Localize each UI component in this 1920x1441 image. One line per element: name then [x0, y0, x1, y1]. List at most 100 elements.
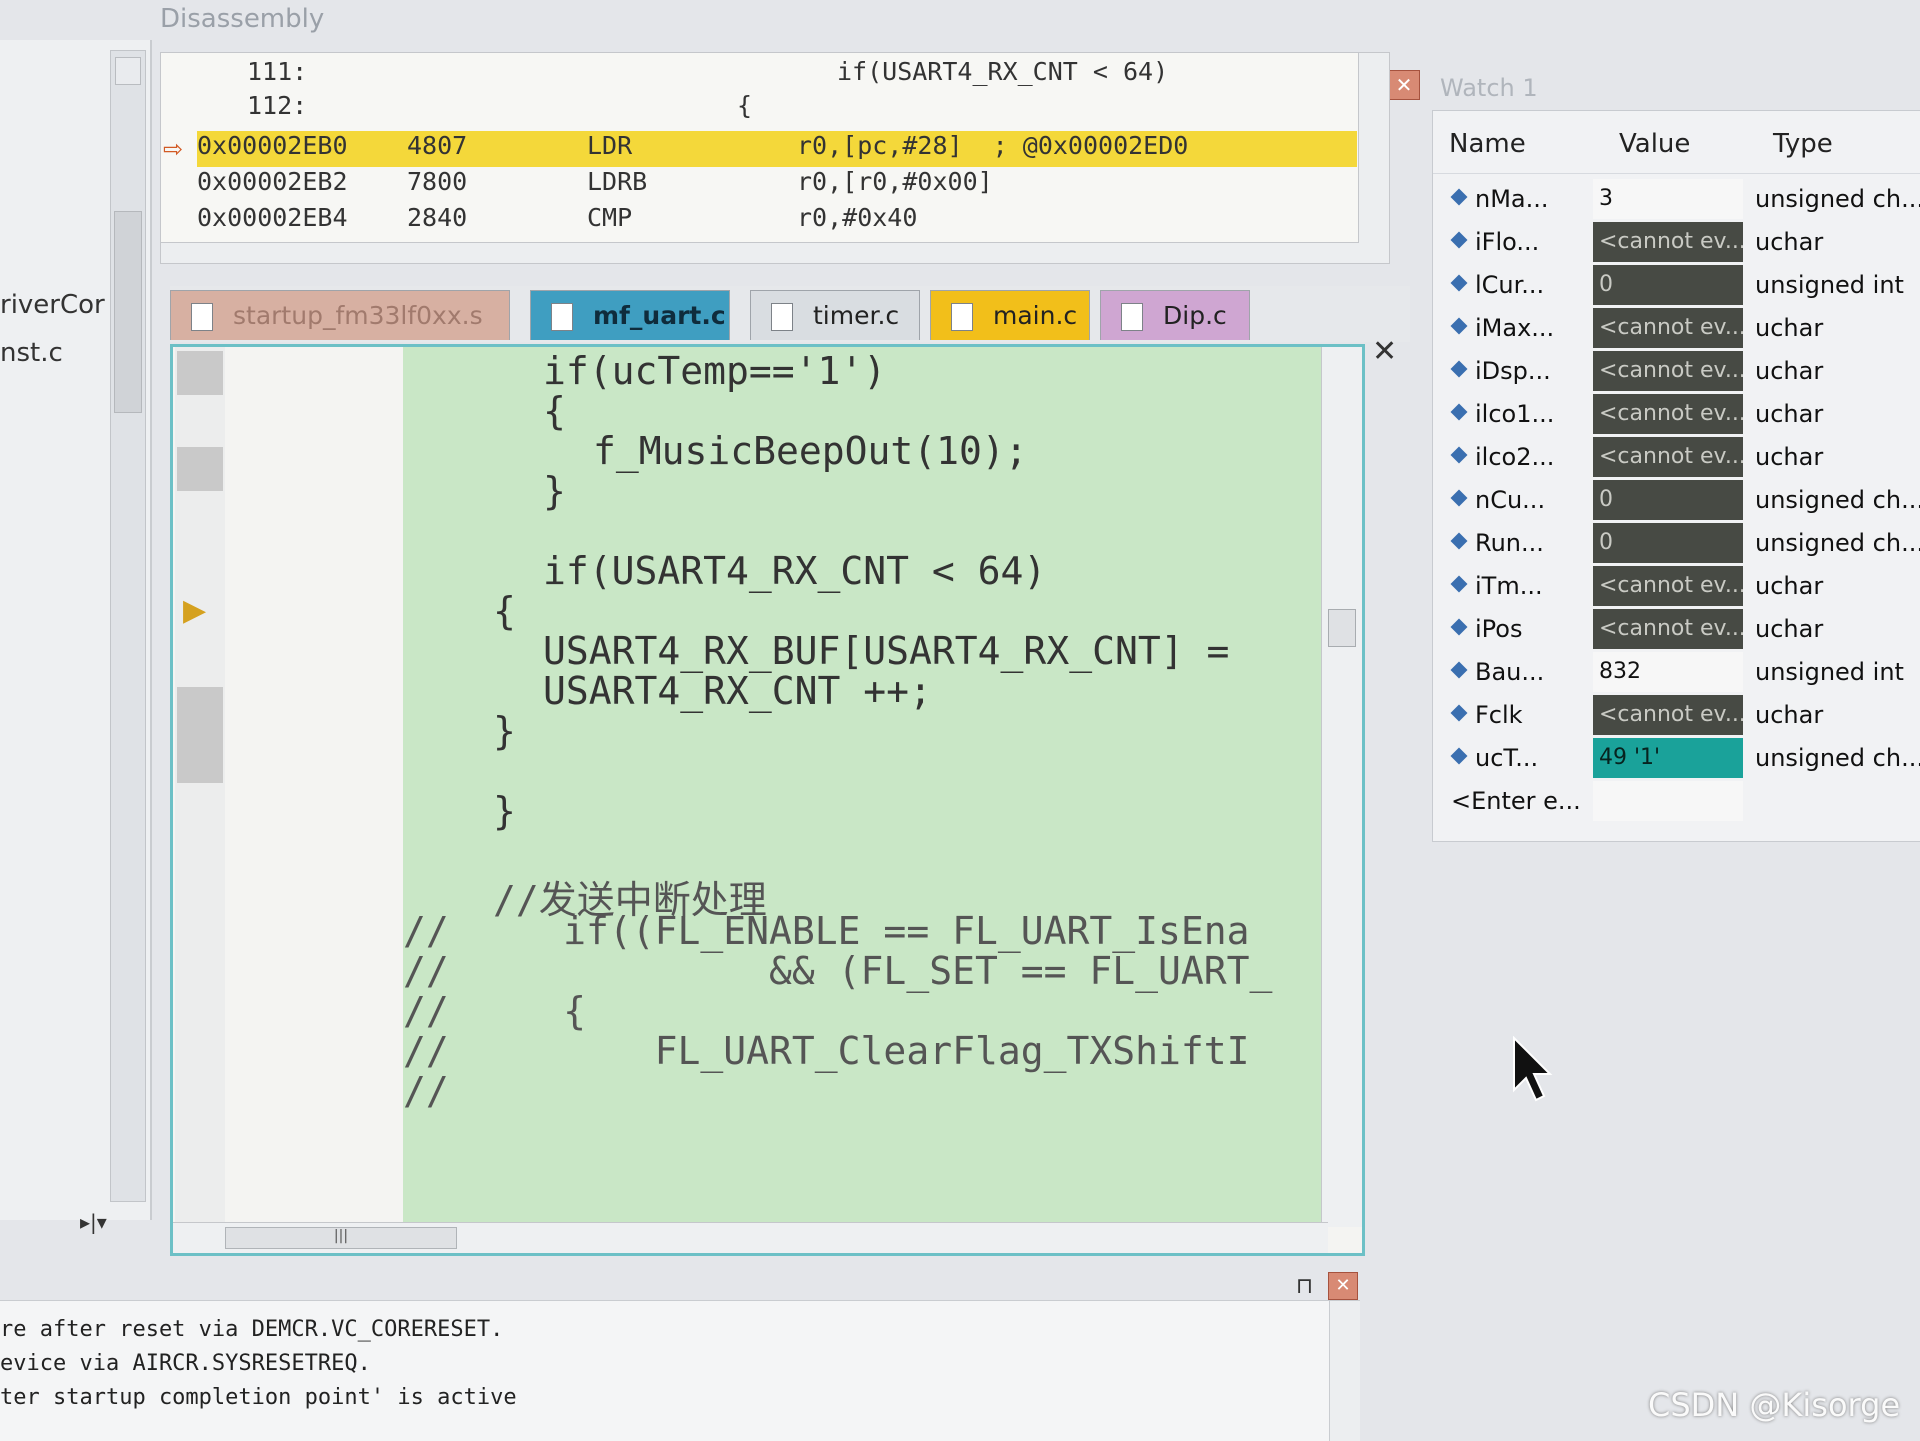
breakpoint-marker[interactable] — [177, 351, 223, 395]
watch-row[interactable]: ilco1... <cannot ev... uchar — [1433, 394, 1920, 436]
watch-row[interactable]: iPos <cannot ev... uchar — [1433, 609, 1920, 651]
project-file-item[interactable]: riverCor — [0, 290, 105, 320]
variable-icon — [1450, 704, 1468, 722]
code-line-current: if(USART4_RX_CNT < 64) — [543, 549, 1047, 593]
watch-panel: Name Value Type nMa... 3 unsigned ch... iF… — [1432, 110, 1920, 842]
variable-icon — [1450, 446, 1468, 464]
watch-title: Watch 1 — [1440, 74, 1538, 102]
disasm-source-line: 112: { — [247, 91, 753, 120]
scroll-up-icon[interactable] — [115, 57, 141, 85]
output-line: ter startup completion point' is active — [0, 1385, 517, 1410]
variable-icon — [1450, 532, 1468, 550]
watch-row[interactable]: nMa... 3 unsigned ch... — [1433, 179, 1920, 221]
scroll-thumb[interactable] — [114, 211, 142, 413]
variable-icon — [1450, 575, 1468, 593]
current-line-arrow-icon: ▶ — [183, 593, 207, 628]
disasm-row[interactable]: 0x00002EB2 7800 LDRB r0,[r0,#0x00] — [197, 167, 1357, 203]
code-comment-line: // { — [403, 989, 587, 1033]
tab-startup[interactable]: startup_fm33lf0xx.s — [170, 290, 510, 340]
tab-timer[interactable]: timer.c — [750, 290, 920, 340]
disassembly-title: Disassembly — [160, 4, 325, 34]
tab-mf-uart[interactable]: mf_uart.c — [530, 290, 730, 340]
editor-tabbar: startup_fm33lf0xx.s mf_uart.c timer.c ma… — [170, 286, 1410, 342]
variable-icon — [1450, 747, 1468, 765]
disasm-source-line: 111: if(USART4_RX_CNT < 64) — [247, 57, 1169, 86]
breakpoint-marker[interactable] — [177, 687, 223, 783]
file-icon — [1121, 303, 1143, 331]
watch-row[interactable]: lCur... 0 unsigned int — [1433, 265, 1920, 307]
code-comment-line: // FL_UART_ClearFlag_TXShiftI — [403, 1029, 1250, 1073]
variable-icon — [1450, 360, 1468, 378]
tab-main[interactable]: main.c — [930, 290, 1090, 340]
file-icon — [191, 303, 213, 331]
watch-row[interactable]: Fclk <cannot ev... uchar — [1433, 695, 1920, 737]
editor-hscrollbar[interactable]: ||| — [173, 1222, 1328, 1253]
breakpoint-marker[interactable] — [177, 447, 223, 491]
watch-col-value[interactable]: Value — [1619, 129, 1690, 159]
watch-header-divider — [1433, 173, 1920, 174]
watch-row[interactable]: Run... 0 unsigned ch... — [1433, 523, 1920, 565]
disassembly-hscrollbar[interactable] — [161, 242, 1359, 263]
code-line: f_MusicBeepOut(10); — [593, 429, 1028, 473]
output-line: evice via AIRCR.SYSRESETREQ. — [0, 1351, 371, 1376]
code-line: if(ucTemp=='1') — [543, 349, 887, 393]
disasm-row-current[interactable]: 0x00002EB0 4807 LDR r0,[pc,#28] ; @0x000… — [197, 131, 1357, 167]
project-pane-scrollbar[interactable] — [110, 50, 146, 1202]
variable-icon — [1450, 188, 1468, 206]
tab-dip[interactable]: Dip.c — [1100, 290, 1250, 340]
code-line: } — [493, 709, 516, 753]
variable-icon — [1450, 618, 1468, 636]
variable-icon — [1450, 231, 1468, 249]
watch-row[interactable]: ucT... 49 '1' unsigned ch... — [1433, 738, 1920, 780]
code-comment-line: // && (FL_SET == FL_UART_ — [403, 949, 1273, 993]
project-file-item[interactable]: nst.c — [0, 338, 63, 368]
file-icon — [551, 303, 573, 331]
code-comment-line: // if((FL_ENABLE == FL_UART_IsEna — [403, 909, 1250, 953]
code-line: } — [493, 789, 516, 833]
watermark: CSDN @Kisorge — [1648, 1386, 1901, 1424]
file-icon — [771, 303, 793, 331]
watch-row[interactable]: nCu... 0 unsigned ch... — [1433, 480, 1920, 522]
watch-enter-value-cell[interactable] — [1593, 781, 1743, 821]
watch-row[interactable]: Bau... 832 unsigned int — [1433, 652, 1920, 694]
mouse-cursor-icon — [1513, 1036, 1553, 1102]
file-icon — [951, 303, 973, 331]
disassembly-vscrollbar[interactable] — [1358, 53, 1389, 263]
watch-col-name[interactable]: Name — [1449, 129, 1526, 159]
output-vscrollbar[interactable] — [1329, 1301, 1360, 1441]
output-close-icon[interactable]: ✕ — [1328, 1272, 1358, 1300]
breakpoint-gutter[interactable]: ▶ — [175, 347, 225, 1227]
watch-row[interactable]: iDsp... <cannot ev... uchar — [1433, 351, 1920, 393]
variable-icon — [1450, 661, 1468, 679]
watch-col-type[interactable]: Type — [1773, 129, 1833, 159]
watch-row[interactable]: iMax... <cannot ev... uchar — [1433, 308, 1920, 350]
code-line: } — [543, 469, 566, 513]
output-window: re after reset via DEMCR.VC_CORERESET. e… — [0, 1300, 1360, 1441]
variable-icon — [1450, 403, 1468, 421]
code-text-area[interactable]: if(ucTemp=='1') { f_MusicBeepOut(10); } … — [403, 347, 1321, 1227]
pin-icon[interactable]: ⊓ — [1296, 1274, 1313, 1299]
code-line: USART4_RX_CNT ++; — [543, 669, 932, 713]
code-line: USART4_RX_BUF[USART4_RX_CNT] = — [543, 629, 1230, 673]
code-line: { — [493, 589, 516, 633]
scroll-arrows-icon[interactable]: ▸|▾ — [80, 1210, 107, 1234]
scroll-thumb[interactable] — [1328, 609, 1356, 647]
exec-pointer-icon: ⇨ — [163, 135, 184, 163]
output-line: re after reset via DEMCR.VC_CORERESET. — [0, 1317, 504, 1342]
code-line: { — [543, 389, 566, 433]
disassembly-close-icon[interactable]: ✕ — [1388, 70, 1420, 100]
code-editor[interactable]: ▶ 106 107 108 109 110 111 112 113 114 11… — [170, 344, 1365, 1256]
watch-enter-expression-row[interactable]: <Enter e... — [1433, 781, 1920, 823]
watch-row[interactable]: ilco2... <cannot ev... uchar — [1433, 437, 1920, 479]
disasm-row[interactable]: 0x00002EB4 2840 CMP r0,#0x40 — [197, 203, 1357, 239]
scroll-thumb[interactable]: ||| — [225, 1227, 457, 1249]
watch-row[interactable]: iFlo... <cannot ev... uchar — [1433, 222, 1920, 264]
variable-icon — [1450, 317, 1468, 335]
variable-icon — [1450, 274, 1468, 292]
editor-close-icon[interactable]: ✕ — [1372, 334, 1397, 369]
code-comment-line: // — [403, 1069, 449, 1113]
watch-row[interactable]: iTm... <cannot ev... uchar — [1433, 566, 1920, 608]
disassembly-panel: 111: if(USART4_RX_CNT < 64) 112: { ⇨ 0x0… — [160, 52, 1390, 264]
variable-icon — [1450, 489, 1468, 507]
editor-vscrollbar[interactable] — [1321, 347, 1362, 1227]
